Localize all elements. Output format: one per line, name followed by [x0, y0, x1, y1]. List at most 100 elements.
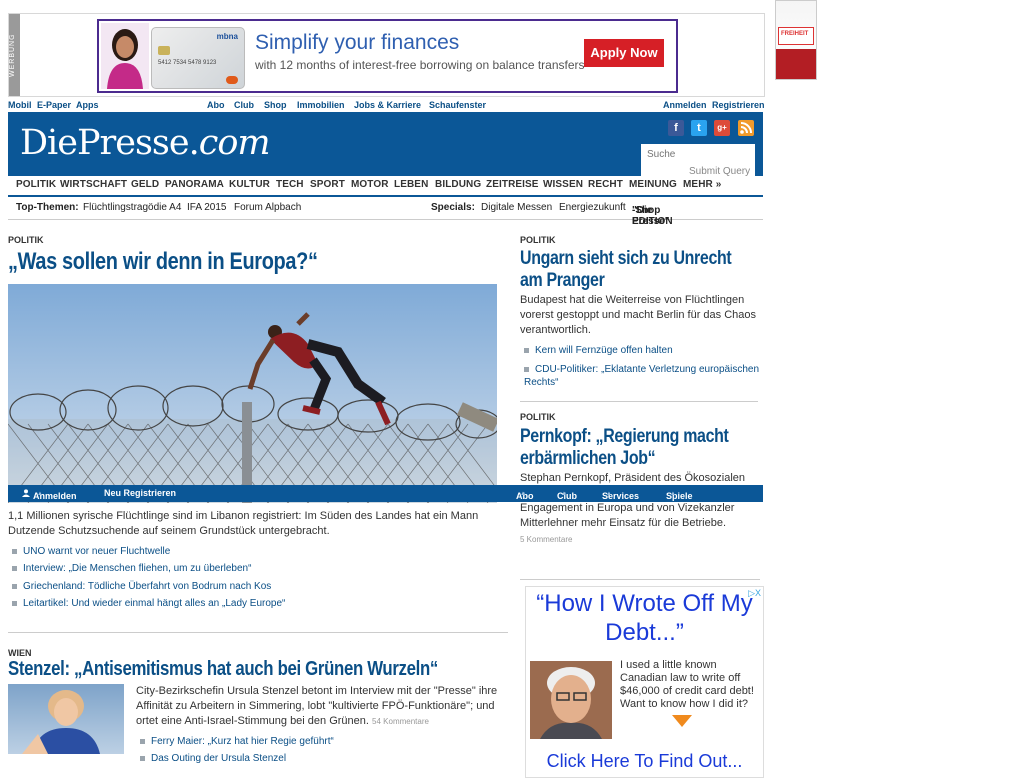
special-link[interactable]: Energiezukunft [559, 202, 626, 213]
top-themen-label: Top-Themen: [16, 202, 79, 213]
util-link-jobs[interactable]: Jobs & Karriere [354, 100, 421, 110]
nav-geld[interactable]: GELD [131, 179, 159, 190]
stenzel-image[interactable] [8, 684, 124, 754]
ungarn-headline-line2[interactable]: am Pranger [520, 270, 605, 292]
divider [520, 579, 760, 580]
top-banner-ad[interactable]: WERBUNG mbna 5412 7534 5478 9123 Simplif… [8, 13, 765, 97]
caret-up-icon: ▲ [520, 491, 526, 497]
login-link[interactable]: Anmelden ▲ [22, 488, 77, 501]
search-input[interactable] [645, 148, 749, 161]
util-link-registrieren[interactable]: Registrieren [712, 100, 765, 110]
ungarn-related-link[interactable]: Kern will Fernzüge offen halten [524, 345, 673, 356]
util-link-epaper[interactable]: E-Paper [37, 100, 71, 110]
card-number: 5412 7534 5478 9123 [158, 60, 217, 66]
divider [8, 632, 508, 633]
ungarn-kicker: POLITIK [520, 235, 556, 245]
debt-ad-text: I used a little known Canadian law to wr… [620, 659, 754, 710]
ad-headline: Simplify your finances [255, 31, 460, 54]
nav-wissen[interactable]: WISSEN [543, 179, 583, 190]
caret-up-icon: ▲ [561, 491, 567, 497]
club-label: Club [557, 491, 577, 501]
logo-suffix: com [198, 123, 271, 163]
ad-creative[interactable]: mbna 5412 7534 5478 9123 Simplify your f… [97, 19, 678, 93]
util-link-schaufenster[interactable]: Schaufenster [429, 100, 486, 110]
ungarn-headline-line1[interactable]: Ungarn sieht sich zu Unrecht [520, 248, 732, 270]
shop-suffix: -Shop EDITION [632, 205, 673, 227]
pernkopf-teaser-line1: Stephan Pernkopf, Präsident des Ökosozia… [520, 472, 746, 484]
stenzel-teaser: City-Bezirkschefin Ursula Stenzel betont… [136, 684, 508, 729]
ungarn-teaser: Budapest hat die Weiterreise von Flüchtl… [520, 294, 757, 336]
nav-wirtschaft[interactable]: WIRTSCHAFT [60, 179, 127, 190]
caret-up-icon: ▲ [606, 491, 612, 497]
nav-mehr[interactable]: MEHR » [683, 179, 721, 190]
debt-ad-headline: “How I Wrote Off My Debt...” [536, 590, 753, 646]
util-link-abo[interactable]: Abo [207, 100, 225, 110]
stenzel-kicker: WIEN [8, 648, 32, 658]
nav-leben[interactable]: LEBEN [394, 179, 428, 190]
stenzel-comments-count[interactable]: 54 Kommentare [372, 717, 429, 726]
topic-link[interactable]: IFA 2015 [187, 202, 226, 213]
card-chip [158, 46, 170, 55]
util-link-mobil[interactable]: Mobil [8, 100, 32, 110]
search-box: Submit Query [641, 144, 755, 177]
side-ad-label: FREIHEIT [781, 31, 809, 37]
nav-motor[interactable]: MOTOR [351, 179, 389, 190]
card-brand: mbna [216, 32, 238, 41]
register-link[interactable]: Neu Registrieren [104, 488, 176, 498]
login-bar: Anmelden ▲ Neu Registrieren Abo ▲ Club ▲ Se… [8, 485, 763, 521]
util-link-immobilien[interactable]: Immobilien [297, 100, 345, 110]
util-link-anmelden[interactable]: Anmelden [663, 100, 707, 110]
user-icon [22, 489, 30, 497]
pernkopf-comments-count[interactable]: 5 Kommentare [520, 535, 572, 544]
stenzel-related-link[interactable]: Ferry Maier: „Kurz hat hier Regie geführ… [140, 736, 334, 747]
nav-zeitreise[interactable]: ZEITREISE [486, 179, 539, 190]
topic-link[interactable]: Forum Alpbach [234, 202, 301, 213]
side-ad-image [776, 49, 816, 79]
util-link-apps[interactable]: Apps [76, 100, 99, 110]
twitter-icon[interactable]: t [691, 120, 707, 136]
pernkopf-teaser-rest: Engagement in Europa und von Vizekanzler… [520, 502, 735, 529]
nav-meinung[interactable]: MEINUNG [629, 179, 677, 190]
special-link[interactable]: Digitale Messen [481, 202, 552, 213]
nav-panorama[interactable]: PANORAMA [165, 179, 224, 190]
nav-bildung[interactable]: BILDUNG [435, 179, 481, 190]
side-ad-banner: FREIHEIT [778, 27, 814, 45]
lead-related-link[interactable]: UNO warnt vor neuer Fluchtwelle [12, 546, 170, 557]
nav-politik[interactable]: POLITIK [16, 179, 56, 190]
stenzel-headline[interactable]: Stenzel: „Antisemitismus hat auch bei Gr… [8, 658, 438, 681]
nav-sport[interactable]: SPORT [310, 179, 345, 190]
facebook-icon[interactable]: f [668, 120, 684, 136]
ungarn-related-link[interactable]: CDU-Politiker: „Eklatante Verletzung eur… [524, 363, 769, 389]
lead-hero-image[interactable] [8, 284, 497, 503]
nav-tech[interactable]: TECH [276, 179, 304, 190]
lead-headline[interactable]: „Was sollen wir denn in Europa?“ [8, 248, 318, 276]
util-link-club[interactable]: Club [234, 100, 254, 110]
lead-kicker: POLITIK [8, 235, 44, 245]
site-logo[interactable]: DiePresse.com [20, 123, 271, 163]
googleplus-icon[interactable]: g+ [714, 120, 730, 136]
divider [520, 401, 758, 402]
adchoices-close-icon[interactable]: ▷X [748, 588, 761, 599]
lead-related-link[interactable]: Leitartikel: Und wieder einmal hängt all… [12, 598, 285, 609]
apply-now-button[interactable]: Apply Now [584, 39, 664, 67]
ad-subline: with 12 months of interest-free borrowin… [255, 58, 590, 72]
pernkopf-kicker: POLITIK [520, 412, 556, 422]
topics-bar: Top-Themen: Flüchtlingstragödie A4 IFA 2… [8, 199, 763, 227]
caret-up-icon: ▲ [670, 491, 676, 497]
caret-up-icon: ▲ [37, 491, 43, 497]
side-skyscraper-ad[interactable]: FREIHEIT [775, 0, 817, 80]
debt-ad[interactable]: “How I Wrote Off My Debt...” ▷X I used a… [525, 586, 764, 778]
topic-link[interactable]: Flüchtlingstragödie A4 [83, 202, 181, 213]
stenzel-related-link[interactable]: Das Outing der Ursula Stenzel [140, 753, 286, 764]
nav-recht[interactable]: RECHT [588, 179, 623, 190]
rss-icon[interactable] [738, 120, 754, 136]
stenzel-text: City-Bezirkschefin Ursula Stenzel betont… [136, 685, 498, 727]
lead-related-link[interactable]: Interview: „Die Menschen fliehen, um zu … [12, 563, 251, 574]
debt-ad-cta-link[interactable]: Click Here To Find Out... [526, 751, 763, 772]
pernkopf-headline-line1[interactable]: Pernkopf: „Regierung macht [520, 426, 729, 448]
logo-main: DiePresse. [20, 123, 200, 163]
pernkopf-headline-line2[interactable]: erbärmlichen Job“ [520, 448, 656, 470]
util-link-shop[interactable]: Shop [264, 100, 287, 110]
nav-kultur[interactable]: KULTUR [229, 179, 270, 190]
lead-related-link[interactable]: Griechenland: Tödliche Überfahrt von Bod… [12, 581, 271, 592]
